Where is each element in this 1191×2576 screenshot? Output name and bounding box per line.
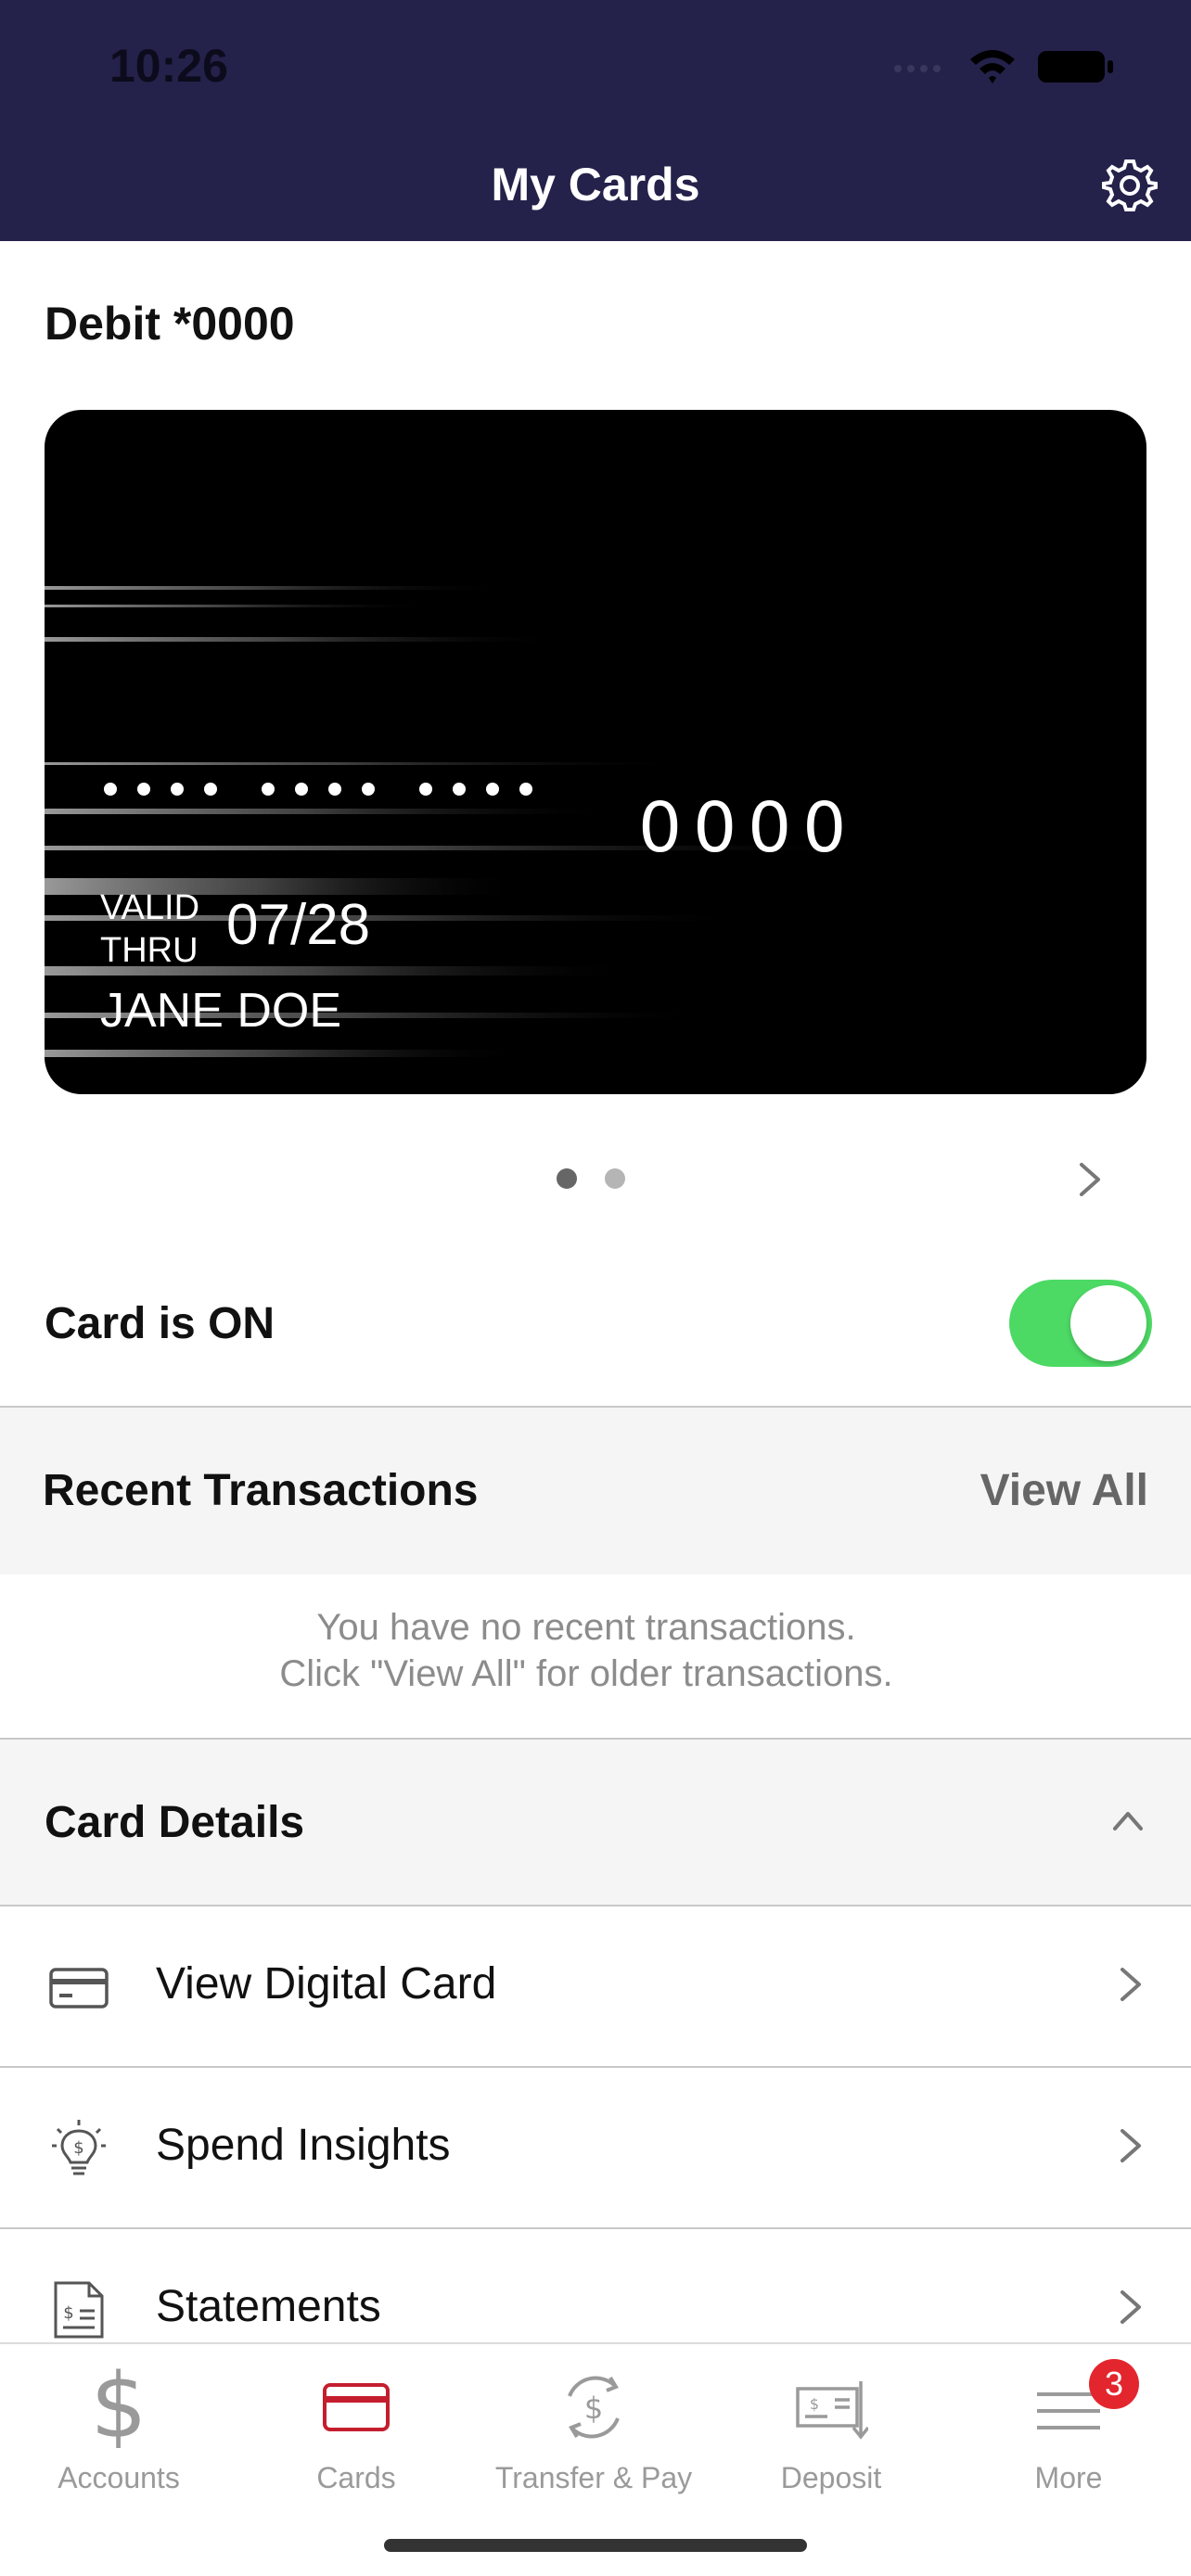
chevron-right-icon[interactable] xyxy=(1076,1159,1104,1200)
card-toggle-label: Card is ON xyxy=(45,1299,275,1348)
tab-deposit[interactable]: $ Deposit xyxy=(712,2363,950,2495)
svg-text:$: $ xyxy=(810,2395,819,2413)
card-on-toggle[interactable] xyxy=(1009,1280,1152,1367)
svg-text:$: $ xyxy=(90,2363,147,2448)
card-toggle-row: Card is ON xyxy=(0,1233,1191,1408)
view-all-link[interactable]: View All xyxy=(980,1465,1148,1516)
check-deposit-icon: $ xyxy=(796,2381,868,2440)
card-details-title: Card Details xyxy=(45,1798,305,1847)
list-item-view-digital-card[interactable]: View Digital Card xyxy=(0,1906,1191,2066)
nav-bar: My Cards xyxy=(0,139,1191,241)
card-icon xyxy=(49,1968,109,2009)
card-expiry: 07/28 xyxy=(226,893,371,957)
dollar-icon: $ xyxy=(90,2363,147,2448)
valid-thru-label: VALID THRU xyxy=(100,888,200,970)
list-item-label: Spend Insights xyxy=(156,2121,451,2170)
tab-transfer-pay[interactable]: $ Transfer & Pay xyxy=(475,2363,712,2495)
recent-transactions-header: Recent Transactions View All xyxy=(0,1408,1191,1575)
chevron-up-icon[interactable] xyxy=(1111,1808,1145,1832)
list-item-label: View Digital Card xyxy=(156,1959,497,2009)
tab-accounts[interactable]: $ Accounts xyxy=(0,2363,237,2495)
svg-text:$: $ xyxy=(584,2391,603,2426)
chevron-right-icon xyxy=(1121,2129,1141,2162)
page-title: My Cards xyxy=(491,159,700,210)
pager-dot-active[interactable] xyxy=(557,1168,577,1189)
chevron-right-icon xyxy=(1121,1968,1141,2001)
list-item-spend-insights[interactable]: $ Spend Insights xyxy=(0,2068,1191,2227)
status-time: 10:26 xyxy=(109,40,228,92)
tab-cards[interactable]: Cards xyxy=(237,2363,475,2495)
tab-label: Cards xyxy=(316,2461,396,2494)
card-holder-name: JANE DOE xyxy=(100,984,342,1038)
empty-transactions-message: You have no recent transactions. Click "… xyxy=(279,1607,893,1694)
tab-more[interactable]: More 3 xyxy=(950,2359,1187,2495)
masked-card-digits xyxy=(104,783,577,796)
card-icon xyxy=(323,2383,390,2431)
transfer-icon: $ xyxy=(568,2376,620,2439)
lightbulb-dollar-icon: $ xyxy=(52,2120,106,2175)
debit-card-image[interactable]: 0000 VALID THRU 07/28 JANE DOE xyxy=(45,410,1146,1094)
chevron-right-icon xyxy=(1121,2290,1141,2324)
list-item-label: Statements xyxy=(156,2282,381,2331)
tab-label: Accounts xyxy=(58,2461,180,2494)
tab-label: Transfer & Pay xyxy=(494,2461,693,2494)
signal-icon xyxy=(894,65,941,72)
svg-text:$: $ xyxy=(63,2303,73,2323)
card-last-four: 0000 xyxy=(638,788,858,868)
tab-label: More xyxy=(1034,2461,1103,2494)
wifi-icon xyxy=(970,50,1015,83)
card-pager[interactable] xyxy=(557,1168,625,1189)
notification-badge: 3 xyxy=(1089,2359,1139,2409)
list-item-statements[interactable]: $ Statements xyxy=(0,2229,1191,2342)
statement-icon: $ xyxy=(54,2281,104,2339)
status-icons xyxy=(892,46,1115,87)
svg-text:$: $ xyxy=(73,2138,83,2158)
toggle-knob xyxy=(1070,1285,1146,1361)
battery-icon xyxy=(1038,51,1113,83)
card-details-header[interactable]: Card Details xyxy=(0,1740,1191,1905)
recent-transactions-title: Recent Transactions xyxy=(43,1466,479,1515)
gear-icon[interactable] xyxy=(1100,156,1159,215)
status-bar: 10:26 xyxy=(0,0,1191,139)
home-indicator xyxy=(384,2539,807,2552)
pager-dot[interactable] xyxy=(605,1168,625,1189)
card-title: Debit *0000 xyxy=(45,298,295,350)
tab-label: Deposit xyxy=(780,2461,882,2494)
